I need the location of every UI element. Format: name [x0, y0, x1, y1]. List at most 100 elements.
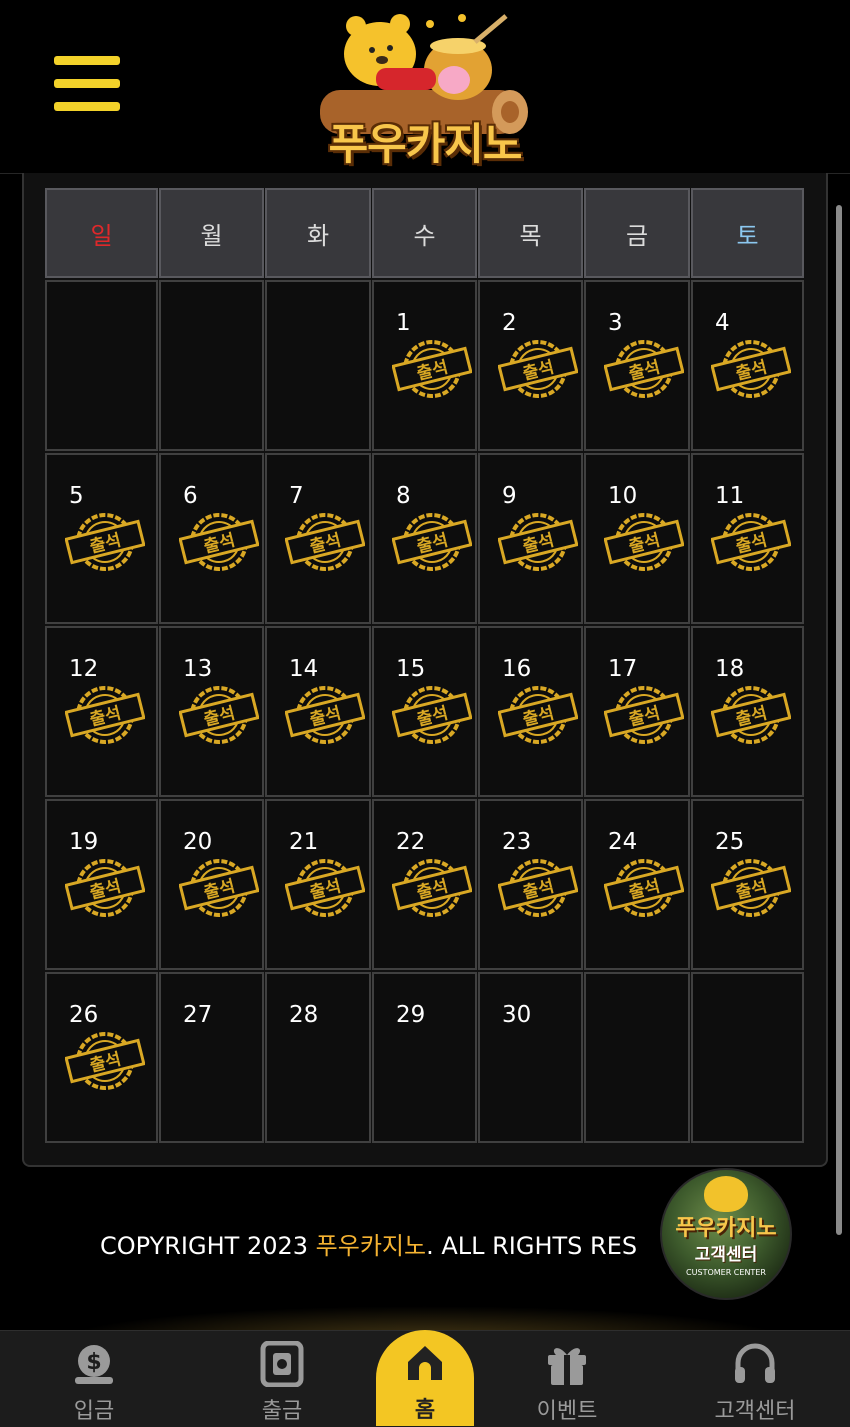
day-number: 20 — [183, 829, 213, 855]
calendar-day-cell[interactable]: 28 — [265, 972, 371, 1143]
day-number: 15 — [396, 656, 426, 682]
calendar-day-cell[interactable]: 20 출석 — [159, 799, 264, 970]
day-number: 21 — [289, 829, 319, 855]
calendar-day-cell[interactable]: 14 출석 — [265, 626, 371, 797]
calendar-day-cell[interactable]: 12 출석 — [45, 626, 158, 797]
dollar-coin-icon: $ — [75, 1345, 113, 1384]
calendar-day-cell[interactable]: 21 출석 — [265, 799, 371, 970]
day-number: 28 — [289, 1002, 319, 1028]
day-number: 30 — [502, 1002, 532, 1028]
badge-subtitle: 고객센터 — [694, 1245, 758, 1265]
nav-withdraw[interactable]: 출금 — [222, 1331, 342, 1427]
day-number: 12 — [69, 656, 99, 682]
calendar-day-cell[interactable]: 25 출석 — [691, 799, 804, 970]
calendar-day-cell[interactable]: 9 출석 — [478, 453, 583, 624]
attendance-stamp-icon: 출석 — [285, 513, 365, 571]
day-number: 11 — [715, 483, 745, 509]
calendar-empty-cell — [584, 972, 690, 1143]
calendar-day-cell[interactable]: 26 출석 — [45, 972, 158, 1143]
calendar-day-cell[interactable]: 29 — [372, 972, 477, 1143]
weekday-header: 월 — [159, 188, 264, 278]
copyright-brand: 푸우카지노 — [315, 1232, 427, 1260]
calendar-empty-cell — [159, 280, 264, 451]
calendar-day-cell[interactable]: 19 출석 — [45, 799, 158, 970]
weekday-header: 금 — [584, 188, 690, 278]
gift-icon — [548, 1348, 586, 1385]
calendar-day-cell[interactable]: 8 출석 — [372, 453, 477, 624]
logo-text: 푸우카지노 — [328, 120, 523, 170]
day-number: 24 — [608, 829, 638, 855]
calendar-day-cell[interactable]: 13 출석 — [159, 626, 264, 797]
attendance-stamp-icon: 출석 — [711, 686, 791, 744]
attendance-stamp-icon: 출석 — [604, 686, 684, 744]
calendar-day-cell[interactable]: 15 출석 — [372, 626, 477, 797]
attendance-stamp-icon: 출석 — [179, 686, 259, 744]
nav-deposit[interactable]: $ 입금 — [34, 1331, 154, 1427]
attendance-stamp-icon: 출석 — [498, 513, 578, 571]
attendance-stamp-icon: 출석 — [285, 686, 365, 744]
customer-center-badge[interactable]: 푸우카지노 고객센터 CUSTOMER CENTER — [660, 1168, 792, 1300]
weekday-header: 일 — [45, 188, 158, 278]
calendar-day-cell[interactable]: 1 출석 — [372, 280, 477, 451]
calendar-day-cell[interactable]: 18 출석 — [691, 626, 804, 797]
day-number: 23 — [502, 829, 532, 855]
calendar-day-cell[interactable]: 23 출석 — [478, 799, 583, 970]
day-number: 27 — [183, 1002, 213, 1028]
day-number: 22 — [396, 829, 426, 855]
attendance-stamp-icon: 출석 — [65, 686, 145, 744]
headset-icon — [735, 1343, 775, 1383]
attendance-stamp-icon: 출석 — [604, 859, 684, 917]
day-number: 26 — [69, 1002, 99, 1028]
copyright-text: COPYRIGHT 2023 푸우카지노. ALL RIGHTS RES — [100, 1226, 637, 1261]
attendance-stamp-icon: 출석 — [65, 1032, 145, 1090]
calendar-day-cell[interactable]: 22 출석 — [372, 799, 477, 970]
calendar-day-cell[interactable]: 11 출석 — [691, 453, 804, 624]
calendar-day-cell[interactable]: 5 출석 — [45, 453, 158, 624]
home-icon — [408, 1346, 442, 1380]
calendar-day-cell[interactable]: 16 출석 — [478, 626, 583, 797]
day-number: 4 — [715, 310, 730, 336]
nav-event[interactable]: 이벤트 — [507, 1331, 627, 1427]
withdraw-machine-icon — [260, 1341, 304, 1387]
calendar-empty-cell — [691, 972, 804, 1143]
attendance-stamp-icon: 출석 — [604, 513, 684, 571]
day-number: 17 — [608, 656, 638, 682]
attendance-stamp-icon: 출석 — [179, 513, 259, 571]
calendar-day-cell[interactable]: 27 — [159, 972, 264, 1143]
attendance-stamp-icon: 출석 — [65, 859, 145, 917]
attendance-stamp-icon: 출석 — [392, 859, 472, 917]
hamburger-menu-icon[interactable] — [54, 56, 120, 116]
attendance-stamp-icon: 출석 — [711, 513, 791, 571]
day-number: 25 — [715, 829, 745, 855]
nav-home[interactable]: 홈 — [376, 1330, 474, 1426]
site-logo[interactable]: 푸우카지노 — [300, 6, 550, 170]
calendar-empty-cell — [45, 280, 158, 451]
weekday-header: 토 — [691, 188, 804, 278]
badge-title: 푸우카지노 — [675, 1216, 777, 1241]
day-number: 6 — [183, 483, 198, 509]
attendance-stamp-icon: 출석 — [392, 513, 472, 571]
scrollbar[interactable] — [836, 205, 842, 1235]
day-number: 7 — [289, 483, 304, 509]
app-header: 푸우카지노 — [0, 0, 850, 174]
calendar-day-cell[interactable]: 30 — [478, 972, 583, 1143]
day-number: 1 — [396, 310, 411, 336]
calendar-day-cell[interactable]: 3 출석 — [584, 280, 690, 451]
day-number: 18 — [715, 656, 745, 682]
attendance-stamp-icon: 출석 — [285, 859, 365, 917]
calendar-day-cell[interactable]: 17 출석 — [584, 626, 690, 797]
attendance-stamp-icon: 출석 — [498, 859, 578, 917]
calendar-day-cell[interactable]: 24 출석 — [584, 799, 690, 970]
calendar-day-cell[interactable]: 2 출석 — [478, 280, 583, 451]
day-number: 8 — [396, 483, 411, 509]
calendar-day-cell[interactable]: 10 출석 — [584, 453, 690, 624]
calendar-day-cell[interactable]: 6 출석 — [159, 453, 264, 624]
attendance-calendar: 일 월 화 수 목 금 토 1 출석 2 출석 3 출석 4 출석 5 출석 6 출석 7 출석 8 출석 9 출석 10 출석 11… — [45, 188, 804, 1143]
calendar-day-cell[interactable]: 4 출석 — [691, 280, 804, 451]
nav-label: 입금 — [73, 1399, 115, 1424]
attendance-stamp-icon: 출석 — [392, 340, 472, 398]
nav-customer-center[interactable]: 고객센터 — [695, 1331, 815, 1427]
nav-label: 홈 — [414, 1398, 436, 1423]
day-number: 2 — [502, 310, 517, 336]
calendar-day-cell[interactable]: 7 출석 — [265, 453, 371, 624]
